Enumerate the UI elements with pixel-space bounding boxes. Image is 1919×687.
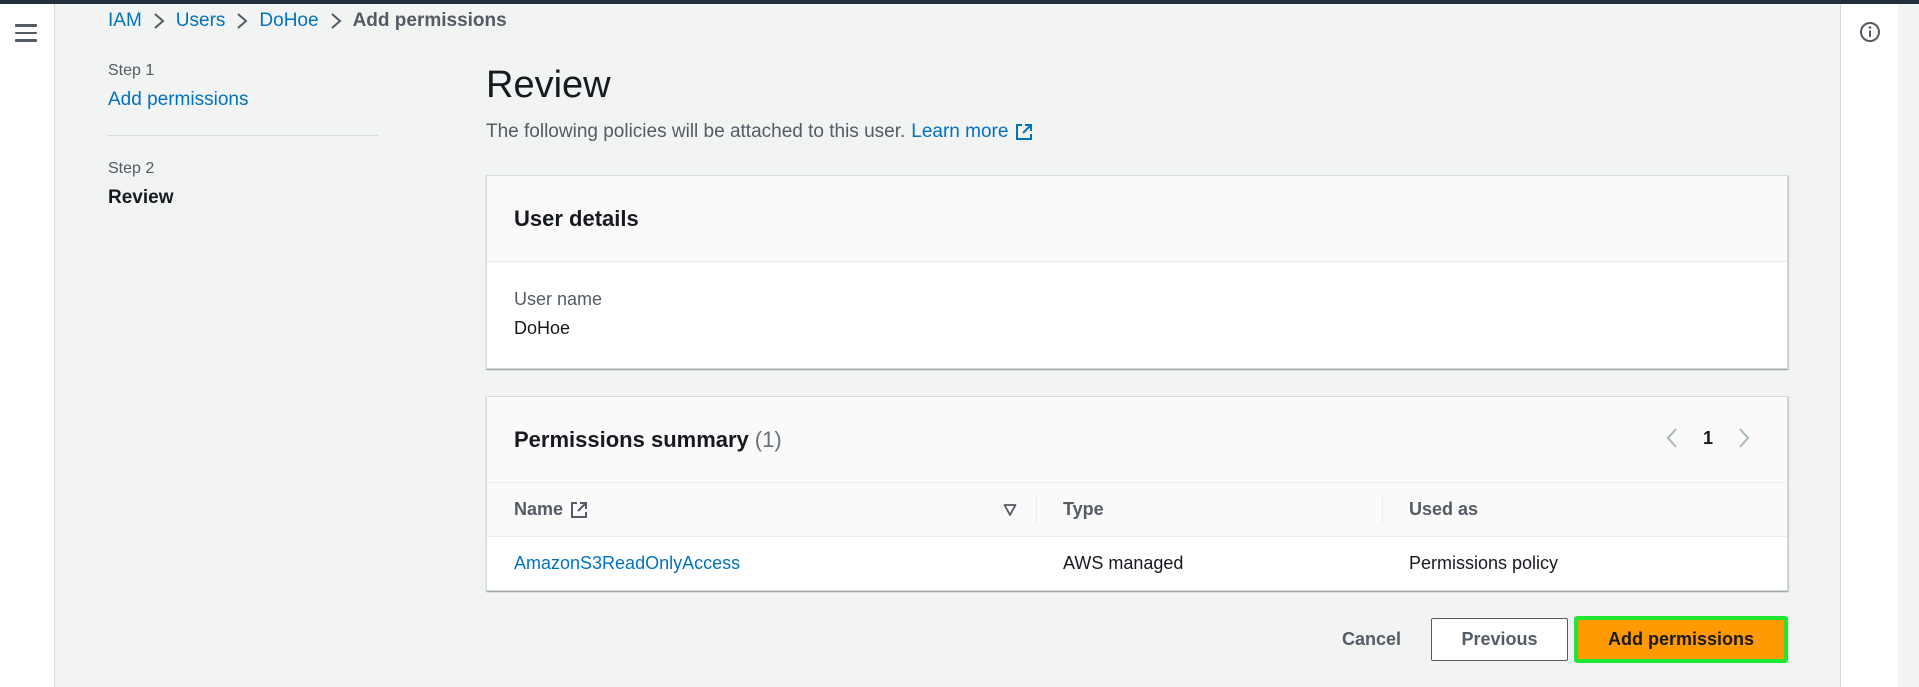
form-actions: Cancel Previous Add permissions — [1320, 616, 1788, 663]
right-tools-rail — [1840, 4, 1898, 687]
cell-policy-type: AWS managed — [1063, 553, 1184, 573]
learn-more-label: Learn more — [911, 121, 1009, 142]
user-details-header: User details — [487, 176, 1787, 262]
scrollbar-area — [1898, 4, 1919, 687]
breadcrumb-user[interactable]: DoHoe — [259, 10, 318, 32]
learn-more-link[interactable]: Learn more — [911, 121, 1034, 143]
page-number[interactable]: 1 — [1703, 428, 1713, 449]
chevron-right-icon — [319, 12, 353, 30]
username-value: DoHoe — [514, 318, 571, 338]
menu-icon[interactable] — [15, 24, 37, 44]
column-used-as-label: Used as — [1409, 499, 1479, 519]
chevron-right-icon[interactable] — [1735, 426, 1753, 450]
sort-down-icon[interactable] — [1003, 503, 1017, 517]
permissions-title: Permissions summary — [514, 426, 749, 452]
column-header-used-as[interactable]: Used as — [1382, 483, 1787, 536]
column-divider — [1036, 495, 1037, 525]
column-header-name[interactable]: Name — [487, 483, 1036, 536]
column-divider — [1382, 495, 1383, 525]
left-navigation-rail — [0, 4, 55, 687]
add-permissions-button[interactable]: Add permissions — [1578, 620, 1784, 659]
policy-link[interactable]: AmazonS3ReadOnlyAccess — [514, 553, 740, 573]
step-1-link[interactable]: Add permissions — [108, 89, 378, 111]
column-type-label: Type — [1063, 499, 1104, 519]
username-label: User name — [514, 289, 603, 309]
step-1-label: Step 1 — [108, 62, 155, 79]
previous-button[interactable]: Previous — [1431, 618, 1568, 661]
breadcrumb-iam[interactable]: IAM — [108, 10, 142, 32]
page-title: Review — [486, 64, 611, 106]
external-link-icon — [1016, 124, 1033, 140]
page-description: The following policies will be attached … — [486, 121, 1034, 143]
breadcrumb: IAM Users DoHoe Add permissions — [108, 8, 507, 34]
permissions-header: Permissions summary (1) 1 — [487, 397, 1787, 483]
step-2-current: Review — [108, 187, 174, 208]
chevron-left-icon[interactable] — [1663, 426, 1681, 450]
table-row: AmazonS3ReadOnlyAccess AWS managed Permi… — [487, 537, 1787, 590]
breadcrumb-current: Add permissions — [352, 10, 507, 31]
cell-policy-name: AmazonS3ReadOnlyAccess — [487, 553, 1036, 574]
user-details-title: User details — [514, 205, 639, 231]
table-header: Name Type Used as — [487, 483, 1787, 537]
column-name-label: Name — [514, 499, 564, 519]
breadcrumb-users[interactable]: Users — [176, 10, 226, 32]
chevron-right-icon — [142, 12, 176, 30]
user-details-panel: User details User name DoHoe — [486, 175, 1788, 369]
highlight-box: Add permissions — [1574, 616, 1788, 663]
step-2-label: Step 2 — [108, 160, 155, 177]
step-divider — [108, 135, 378, 136]
wizard-steps: Step 1 Add permissions Step 2 Review — [108, 62, 378, 209]
chevron-right-icon — [225, 12, 259, 30]
top-border — [0, 0, 1919, 4]
cell-policy-used-as: Permissions policy — [1409, 553, 1559, 573]
description-text: The following policies will be attached … — [486, 121, 906, 142]
permissions-count: (1) — [754, 426, 782, 452]
cancel-button[interactable]: Cancel — [1320, 618, 1423, 662]
external-link-icon[interactable] — [569, 500, 589, 520]
user-details-body: User name DoHoe — [487, 262, 1787, 366]
pagination: 1 — [1663, 426, 1753, 450]
permissions-summary-panel: Permissions summary (1) 1 Name Type Used… — [486, 396, 1788, 591]
column-header-type[interactable]: Type — [1036, 483, 1382, 536]
info-icon[interactable] — [1858, 20, 1882, 44]
